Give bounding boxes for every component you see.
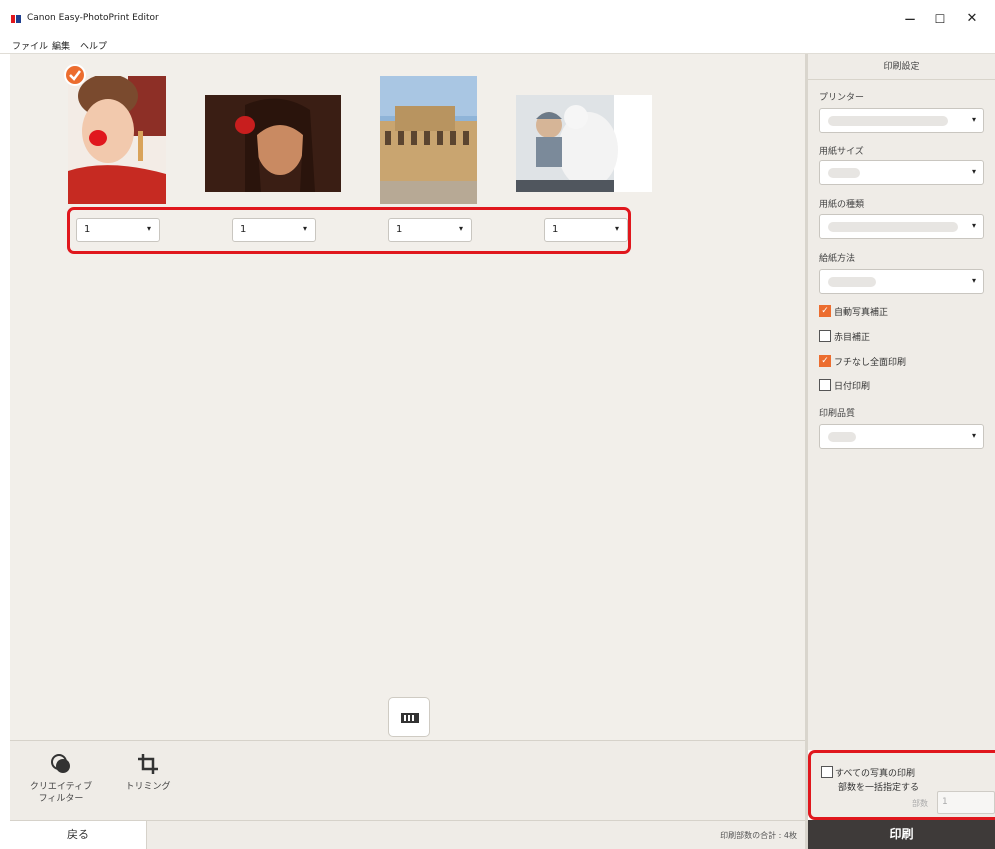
- chevron-down-icon: ▾: [971, 276, 976, 285]
- bulk-copies-count-label: 部数: [912, 799, 928, 808]
- chevron-down-icon: ▾: [146, 224, 151, 233]
- print-button[interactable]: 印刷: [808, 820, 995, 849]
- bulk-copies-label-1: すべての写真の印刷: [835, 769, 916, 779]
- menu-edit[interactable]: 編集: [52, 39, 70, 52]
- print-quality-value-blurred: [828, 432, 856, 442]
- checkbox-checked[interactable]: ✓: [819, 355, 831, 367]
- photo-thumbnail-4[interactable]: [516, 95, 652, 192]
- selected-check-icon: [64, 64, 86, 86]
- printer-value-blurred: [828, 116, 948, 126]
- photo-image-3: [380, 76, 477, 204]
- photo-thumbnail-3[interactable]: [380, 76, 477, 204]
- photo-image-2: [205, 95, 341, 192]
- photo-thumbnail-2[interactable]: [205, 95, 341, 192]
- bulk-copies-label-2: 部数を一括指定する: [838, 783, 920, 793]
- option-label: 自動写真補正: [834, 308, 889, 318]
- minimize-button[interactable]: −: [898, 9, 922, 31]
- total-copies-text: 印刷部数の合計 : 4枚: [720, 831, 797, 840]
- paper-source-select[interactable]: ▾: [819, 269, 984, 294]
- chevron-down-icon: ▾: [614, 224, 619, 233]
- window-title: Canon Easy-PhotoPrint Editor: [27, 13, 159, 23]
- close-button[interactable]: ✕: [960, 9, 984, 31]
- bulk-copies-checkbox[interactable]: [821, 766, 833, 778]
- option-label: フチなし全面印刷: [834, 358, 907, 368]
- checkbox-unchecked[interactable]: [819, 330, 831, 342]
- checkbox-unchecked[interactable]: [819, 379, 831, 391]
- trimming-tool[interactable]: トリミング: [118, 753, 178, 793]
- copies-value-2: 1: [240, 224, 247, 235]
- copies-select-4[interactable]: 1 ▾: [544, 218, 628, 242]
- copies-value-1: 1: [84, 224, 91, 235]
- copies-value-4: 1: [552, 224, 559, 235]
- copies-select-2[interactable]: 1 ▾: [232, 218, 316, 242]
- paper-size-label: 用紙サイズ: [819, 147, 864, 157]
- creative-filter-label-2: フィルター: [38, 794, 84, 804]
- option-label: 赤目補正: [834, 333, 871, 343]
- creative-filter-label-1: クリエイティブ: [29, 782, 93, 792]
- creative-filter-tool[interactable]: クリエイティブ フィルター: [16, 753, 106, 805]
- photo-image-1: [68, 76, 166, 204]
- menu-help[interactable]: ヘルプ: [80, 39, 107, 52]
- chevron-down-icon: ▾: [971, 221, 976, 230]
- edit-toolbar: クリエイティブ フィルター トリミング: [10, 740, 805, 820]
- chevron-down-icon: ▾: [971, 167, 976, 176]
- checkbox-checked[interactable]: ✓: [819, 305, 831, 317]
- crop-icon: [138, 754, 158, 774]
- title-bar: Canon Easy-PhotoPrint Editor − ☐ ✕: [0, 0, 995, 34]
- printer-select[interactable]: ▾: [819, 108, 984, 133]
- chevron-down-icon: ▾: [302, 224, 307, 233]
- bulk-copies-section: すべての写真の印刷 部数を一括指定する 部数 1: [808, 750, 995, 820]
- menu-file[interactable]: ファイル: [12, 39, 48, 52]
- paper-size-value-blurred: [828, 168, 860, 178]
- paper-type-label: 用紙の種類: [819, 200, 865, 210]
- option-label: 日付印刷: [834, 382, 871, 392]
- copies-select-1[interactable]: 1 ▾: [76, 218, 160, 242]
- menu-bar: ファイル 編集 ヘルプ: [0, 34, 995, 54]
- photo-image-4: [516, 95, 652, 192]
- creative-filter-icon: [51, 754, 70, 773]
- chevron-down-icon: ▾: [971, 115, 976, 124]
- copies-value-3: 1: [396, 224, 403, 235]
- app-icon: [11, 15, 21, 23]
- paper-source-value-blurred: [828, 277, 876, 287]
- bulk-copies-input[interactable]: 1: [937, 791, 995, 814]
- printer-label: プリンター: [819, 93, 865, 103]
- back-button[interactable]: 戻る: [10, 821, 147, 849]
- photo-thumbnail-1[interactable]: [68, 76, 166, 204]
- paper-type-value-blurred: [828, 222, 958, 232]
- footer-bar: 戻る 印刷部数の合計 : 4枚: [10, 820, 805, 849]
- paper-size-select[interactable]: ▾: [819, 160, 984, 185]
- panel-title: 印刷設定: [808, 54, 995, 80]
- filmstrip-toggle-button[interactable]: [388, 697, 430, 737]
- chevron-down-icon: ▾: [971, 431, 976, 440]
- maximize-button[interactable]: ☐: [928, 9, 952, 31]
- copies-select-3[interactable]: 1 ▾: [388, 218, 472, 242]
- trimming-label: トリミング: [125, 782, 171, 792]
- chevron-down-icon: ▾: [458, 224, 463, 233]
- paper-source-label: 給紙方法: [819, 254, 856, 264]
- paper-type-select[interactable]: ▾: [819, 214, 984, 239]
- print-quality-label: 印刷品質: [819, 409, 856, 419]
- filmstrip-icon: [401, 713, 419, 723]
- print-settings-panel: 印刷設定 プリンター ▾ 用紙サイズ ▾ 用紙の種類 ▾ 給紙方法 ▾ ✓ 自動…: [808, 54, 995, 750]
- print-quality-select[interactable]: ▾: [819, 424, 984, 449]
